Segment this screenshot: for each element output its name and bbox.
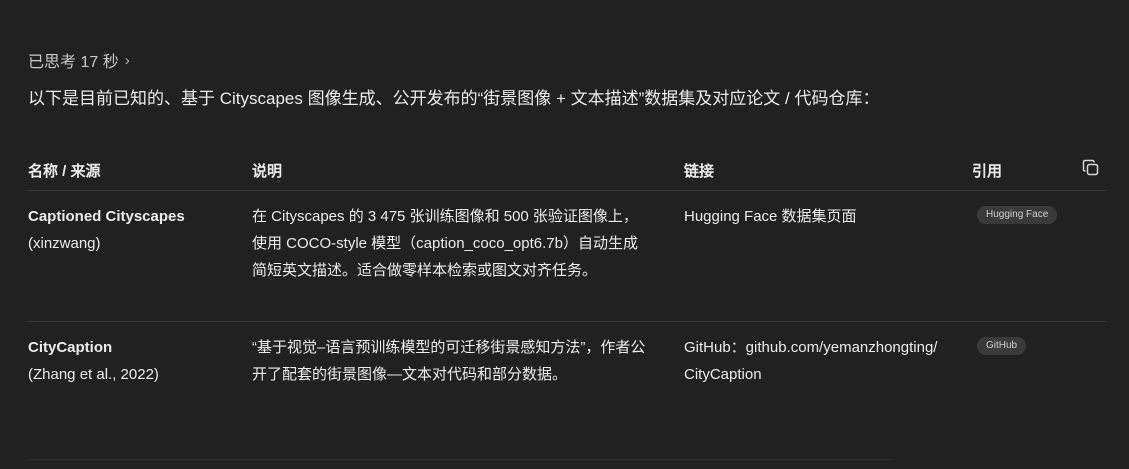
dataset-desc: 在 Cityscapes 的 3 475 张训练图像和 500 张验证图像上，使…	[252, 208, 638, 279]
dataset-link: GitHub：github.com/yemanzhongting/CityCap…	[684, 339, 938, 383]
dataset-source: (Zhang et al., 2022)	[28, 366, 159, 383]
chevron-right-icon: ›	[124, 51, 130, 69]
table-row: Captioned Cityscapes (xinzwang) 在 Citysc…	[28, 191, 1106, 322]
divider	[28, 459, 890, 460]
dataset-name-cell: Captioned Cityscapes (xinzwang)	[28, 203, 238, 257]
dataset-link: Hugging Face 数据集页面	[684, 208, 857, 225]
citation-badge[interactable]: Hugging Face	[977, 206, 1058, 224]
dataset-source: (xinzwang)	[28, 235, 101, 252]
dataset-name-cell: CityCaption (Zhang et al., 2022)	[28, 334, 238, 388]
intro-text: 以下是目前已知的、基于 Cityscapes 图像生成、公开发布的“街景图像 +…	[28, 89, 880, 108]
table-row: CityCaption (Zhang et al., 2022) “基于视觉–语…	[28, 322, 1106, 400]
header-desc: 说明	[252, 163, 283, 180]
header-cite: 引用	[972, 163, 1003, 180]
thought-label: 已思考 17 秒	[28, 54, 119, 71]
copy-icon[interactable]	[1082, 159, 1100, 177]
header-link: 链接	[684, 163, 715, 180]
dataset-table: 名称 / 来源 说明 链接 引用 Captioned Cityscapes (x…	[28, 152, 1106, 400]
citation-badge[interactable]: GitHub	[977, 337, 1027, 355]
dataset-desc: “基于视觉–语言预训练模型的可迁移街景感知方法”，作者公开了配套的街景图像—文本…	[252, 339, 646, 383]
header-name: 名称 / 来源	[28, 163, 101, 180]
thought-toggle[interactable]: 已思考 17 秒 ›	[28, 48, 130, 72]
dataset-name: CityCaption	[28, 339, 113, 356]
table-header-row: 名称 / 来源 说明 链接 引用	[28, 152, 1106, 191]
dataset-name: Captioned Cityscapes	[28, 208, 185, 225]
